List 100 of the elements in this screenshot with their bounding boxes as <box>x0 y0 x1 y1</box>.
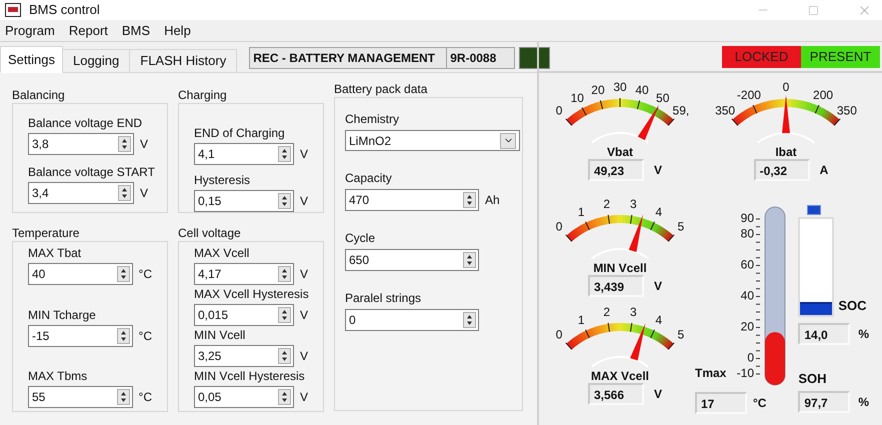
unit-label: V <box>654 278 662 295</box>
scale-label: 3 <box>630 305 637 320</box>
field-label: Capacity <box>345 170 393 187</box>
unit-label: % <box>858 394 870 410</box>
soc-label: SOC <box>838 296 867 314</box>
unit-label: °C <box>138 389 152 406</box>
serial-number: 9R-0088 <box>447 47 516 69</box>
menu-item[interactable]: BMS <box>122 20 150 40</box>
stepper[interactable] <box>463 252 476 268</box>
number-field[interactable]: 0,015 <box>194 304 294 326</box>
number-field[interactable]: 0,15 <box>194 190 294 212</box>
unit-label: V <box>300 193 308 210</box>
number-field[interactable]: 3,8 <box>28 133 134 155</box>
number-field[interactable]: 3,25 <box>194 345 294 367</box>
number-field[interactable]: 40 <box>28 263 133 285</box>
number-field[interactable]: 0,05 <box>194 386 294 408</box>
number-field[interactable]: 650 <box>345 249 479 271</box>
scale-label: 0 <box>748 350 754 365</box>
unit-label: V <box>654 386 662 403</box>
number-field[interactable]: 4,1 <box>194 143 294 165</box>
unit-label: °C <box>753 395 766 412</box>
unit-label: V <box>140 136 148 153</box>
scale-label: 20 <box>741 320 754 334</box>
menu-item[interactable]: Report <box>68 20 108 40</box>
unit-label: V <box>300 389 308 406</box>
stepper[interactable] <box>278 348 291 364</box>
scale-label: 0 <box>782 80 790 94</box>
number-field[interactable]: 55 <box>28 386 133 408</box>
stepper[interactable] <box>116 389 130 405</box>
number-field[interactable]: -15 <box>28 324 133 346</box>
group-title: Temperature <box>12 225 80 241</box>
group-title: Battery pack data <box>334 81 428 97</box>
tab[interactable]: FLASH History <box>130 49 238 73</box>
status-indicator: PRESENT <box>801 46 880 68</box>
scale-label: 200 <box>813 88 834 102</box>
gauge-title: Ibat <box>775 145 797 159</box>
field-label: MIN Vcell Hysteresis <box>194 368 306 385</box>
scale-label: 20 <box>591 82 605 97</box>
field-label: Paralel strings <box>345 290 422 307</box>
group-title: Balancing <box>12 87 66 103</box>
scale-label: 1 <box>578 204 585 219</box>
up-arrow-icon <box>464 314 475 319</box>
stepper[interactable] <box>463 192 476 208</box>
stepper[interactable] <box>116 328 130 344</box>
menu-item[interactable]: Program <box>5 20 55 40</box>
stepper[interactable] <box>278 307 291 323</box>
field-label: Hysteresis <box>194 172 252 189</box>
unit-label: Ah <box>485 192 500 209</box>
value-display: 17 <box>695 392 747 414</box>
scale-label: -200 <box>736 88 761 102</box>
scale-label: 10 <box>570 90 584 105</box>
unit-label: V <box>300 307 308 324</box>
field-label: Chemistry <box>345 111 400 128</box>
stepper[interactable] <box>463 312 476 328</box>
scale-label: 4 <box>655 204 662 219</box>
unit-label: A <box>820 162 828 179</box>
gauge-title: MAX Vcell <box>590 369 650 383</box>
gauge-title: Vbat <box>606 145 633 159</box>
stepper[interactable] <box>278 266 291 282</box>
scale-label: 30 <box>613 80 627 94</box>
scale-label: 0 <box>556 104 562 118</box>
gauge-title: MIN Vcell <box>593 261 647 275</box>
value-display: 97,7 <box>798 390 850 412</box>
scale-label: -10 <box>737 366 754 380</box>
scale-label: 0 <box>556 328 562 342</box>
menu-item[interactable]: Help <box>164 20 191 40</box>
number-field[interactable]: 3,4 <box>28 182 134 204</box>
field-label: MIN Tcharge <box>28 306 97 324</box>
unit-label: % <box>858 326 870 343</box>
unit-label: °C <box>138 266 152 283</box>
field-label: END of Charging <box>194 125 286 142</box>
stepper[interactable] <box>118 136 131 152</box>
stepper[interactable] <box>278 389 291 405</box>
field-label: MIN Vcell <box>194 327 246 344</box>
stepper[interactable] <box>278 146 291 162</box>
tab[interactable]: Logging <box>62 49 130 73</box>
field-label: MAX Tbat <box>28 245 82 262</box>
scale-label: 1 <box>578 312 585 327</box>
number-field[interactable]: 470 <box>345 189 479 211</box>
up-arrow-icon <box>119 187 130 192</box>
app-icon <box>5 3 21 17</box>
stepper[interactable] <box>116 266 130 282</box>
scale-label: 50 <box>656 90 670 105</box>
down-arrow-icon <box>119 194 130 199</box>
tab[interactable]: Settings <box>0 46 63 73</box>
value-display: 3,439 <box>588 275 644 297</box>
unit-label: V <box>654 162 662 179</box>
scale-label: 90 <box>741 211 754 226</box>
stepper[interactable] <box>278 193 291 209</box>
value-display: 14,0 <box>798 323 850 345</box>
window-title: BMS control <box>29 1 100 20</box>
scale-label: 2 <box>603 197 610 212</box>
unit-label: V <box>300 348 308 365</box>
unit-label: V <box>300 266 308 283</box>
number-field[interactable]: 4,17 <box>194 263 294 285</box>
field-label: Cycle <box>345 230 376 247</box>
number-field[interactable]: 0 <box>345 309 479 331</box>
scale-label: 350 <box>836 104 857 118</box>
stepper[interactable] <box>118 185 131 201</box>
dropdown[interactable]: LiMnO2 <box>345 130 520 151</box>
